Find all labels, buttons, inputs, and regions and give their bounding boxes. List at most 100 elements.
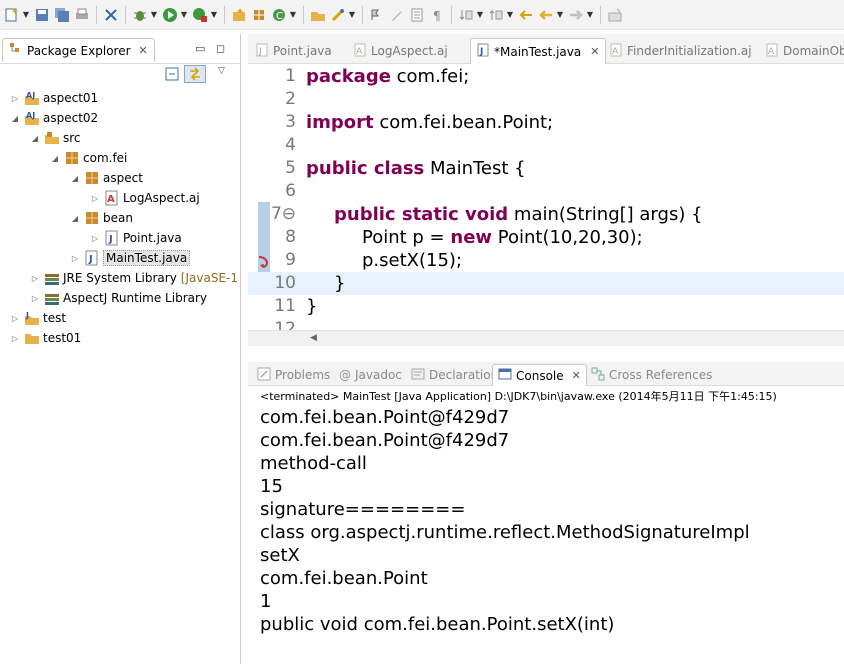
next-annotation-dropdown-icon[interactable]: ▼ (476, 6, 484, 24)
tree-item-logaspect[interactable]: ▷ A LogAspect.aj (90, 188, 200, 208)
tree-item-maintest-java[interactable]: ▷ J MainTest.java (70, 248, 191, 268)
expand-arrow-icon[interactable]: ▷ (90, 234, 100, 243)
new-class-dropdown-icon[interactable]: ▼ (289, 6, 297, 24)
tree-item-aspect[interactable]: ◢ aspect (70, 168, 143, 188)
keyword: import (306, 112, 374, 133)
run-dropdown-icon[interactable]: ▼ (180, 6, 188, 24)
tree-item-test01[interactable]: ▷ test01 (10, 328, 81, 348)
code-text-area[interactable]: 1 package com.fei; 2 3 import com.fei.be… (248, 65, 844, 346)
tree-item-aspectj-library[interactable]: ▷ AspectJ Runtime Library (30, 288, 207, 308)
forward-icon[interactable] (567, 6, 585, 24)
tab-maintest-java[interactable]: J *MainTest.java ✕ (470, 38, 607, 64)
code-line[interactable]: 5 public class MainTest { (248, 157, 844, 180)
code-line[interactable]: 7⊖ public static void main(String[] args… (248, 203, 844, 226)
line-number: 7⊖ (270, 204, 296, 224)
collapse-arrow-icon[interactable]: ◢ (30, 134, 40, 143)
minimize-icon[interactable]: ▭ (195, 42, 205, 55)
tab-console[interactable]: Console ✕ (492, 364, 587, 386)
collapse-arrow-icon[interactable]: ◢ (70, 214, 80, 223)
collapse-arrow-icon[interactable]: ◢ (70, 174, 80, 183)
code-line[interactable]: 8 Point p = new Point(10,20,30); (248, 226, 844, 249)
tree-item-aspect02[interactable]: ◢ AJ aspect02 (10, 108, 98, 128)
code-line[interactable]: 3 import com.fei.bean.Point; (248, 111, 844, 134)
prev-annotation-icon[interactable] (487, 6, 505, 24)
new-dropdown-icon[interactable]: ▼ (22, 6, 30, 24)
tree-item-com-fei[interactable]: ◢ com.fei (50, 148, 127, 168)
show-whitespace-icon[interactable]: ¶ (428, 6, 446, 24)
tree-item-src[interactable]: ◢ src (30, 128, 81, 148)
code-line[interactable]: 2 (248, 88, 844, 111)
new-icon[interactable] (3, 6, 21, 24)
expand-arrow-icon[interactable]: ▷ (30, 274, 40, 283)
run-icon[interactable] (161, 6, 179, 24)
collapse-all-icon[interactable] (165, 67, 179, 84)
expand-arrow-icon[interactable]: ▷ (30, 294, 40, 303)
new-class-icon[interactable]: C (270, 6, 288, 24)
new-package-icon[interactable] (250, 6, 268, 24)
tab-domainobject[interactable]: A DomainObje (760, 38, 844, 64)
scroll-left-icon[interactable]: ◀ (310, 333, 317, 343)
code-line[interactable]: 9 p.setX(15); (248, 249, 844, 272)
tree-item-jre-library[interactable]: ▷ JRE System Library [JavaSE-1 (30, 268, 238, 288)
tree-item-point-java[interactable]: ▷ J Point.java (90, 228, 182, 248)
annotation-icon[interactable] (368, 6, 386, 24)
code-line[interactable]: 1 package com.fei; (248, 65, 844, 88)
line-number: 1 (285, 66, 296, 86)
debug-icon[interactable] (131, 6, 149, 24)
code-line[interactable]: 6 (248, 180, 844, 203)
expand-arrow-icon[interactable]: ▷ (70, 254, 80, 263)
external-tools-icon[interactable] (191, 6, 209, 24)
save-all-icon[interactable] (53, 6, 71, 24)
advice-marker-icon[interactable] (257, 253, 269, 274)
code-line-current[interactable]: 10 } (248, 272, 844, 295)
new-java-project-icon[interactable] (230, 6, 248, 24)
close-icon[interactable]: ✕ (590, 45, 599, 58)
link-with-editor-icon[interactable] (184, 65, 206, 83)
block-selection-icon[interactable] (408, 6, 426, 24)
horizontal-scrollbar[interactable]: ◀ (248, 330, 844, 346)
pin-editor-icon[interactable] (606, 6, 624, 24)
svg-text:J: J (108, 234, 113, 245)
skip-breakpoints-icon[interactable] (102, 6, 120, 24)
next-annotation-icon[interactable] (457, 6, 475, 24)
back-icon[interactable] (537, 6, 555, 24)
tab-declaration[interactable]: Declaration (406, 364, 503, 386)
tab-cross-references[interactable]: Cross References (586, 364, 717, 386)
save-icon[interactable] (33, 6, 51, 24)
print-icon[interactable] (73, 6, 91, 24)
forward-dropdown-icon[interactable]: ▼ (586, 6, 594, 24)
last-edit-icon[interactable] (517, 6, 535, 24)
search-icon[interactable] (329, 6, 347, 24)
expand-arrow-icon[interactable]: ▷ (10, 334, 20, 343)
tab-finderinitialization-aj[interactable]: A FinderInitialization.aj (604, 38, 758, 64)
maximize-icon[interactable]: ◻ (216, 42, 225, 55)
tab-problems[interactable]: Problems (252, 364, 335, 386)
tree-item-test[interactable]: ▷ J test (10, 308, 66, 328)
debug-dropdown-icon[interactable]: ▼ (150, 6, 158, 24)
pen-icon[interactable] (388, 6, 406, 24)
collapse-arrow-icon[interactable]: ◢ (50, 154, 60, 163)
tab-logaspect-aj[interactable]: A LogAspect.aj (348, 38, 454, 64)
back-dropdown-icon[interactable]: ▼ (556, 6, 564, 24)
close-icon[interactable]: ✕ (572, 369, 581, 382)
tab-javadoc[interactable]: @ Javadoc (334, 364, 407, 386)
expand-arrow-icon[interactable]: ▷ (90, 194, 100, 203)
tree-item-bean[interactable]: ◢ bean (70, 208, 133, 228)
console-icon (498, 367, 512, 384)
expand-arrow-icon[interactable]: ▷ (10, 94, 20, 103)
library-icon (44, 290, 60, 306)
tree-item-aspect01[interactable]: ▷ AJ aspect01 (10, 88, 98, 108)
view-menu-icon[interactable]: ▽ (218, 66, 225, 76)
code-line[interactable]: 11 } (248, 295, 844, 318)
external-tools-dropdown-icon[interactable]: ▼ (210, 6, 218, 24)
close-icon[interactable]: ✕ (139, 44, 148, 57)
tab-package-explorer[interactable]: Package Explorer ✕ (2, 38, 155, 62)
expand-arrow-icon[interactable]: ▷ (10, 314, 20, 323)
code-line[interactable]: 4 (248, 134, 844, 157)
collapse-arrow-icon[interactable]: ◢ (10, 114, 20, 123)
search-dropdown-icon[interactable]: ▼ (348, 6, 356, 24)
tab-point-java[interactable]: J Point.java (250, 38, 338, 64)
open-type-icon[interactable] (309, 6, 327, 24)
console-output[interactable]: com.fei.bean.Point@f429d7 com.fei.bean.P… (260, 406, 750, 636)
prev-annotation-dropdown-icon[interactable]: ▼ (506, 6, 514, 24)
